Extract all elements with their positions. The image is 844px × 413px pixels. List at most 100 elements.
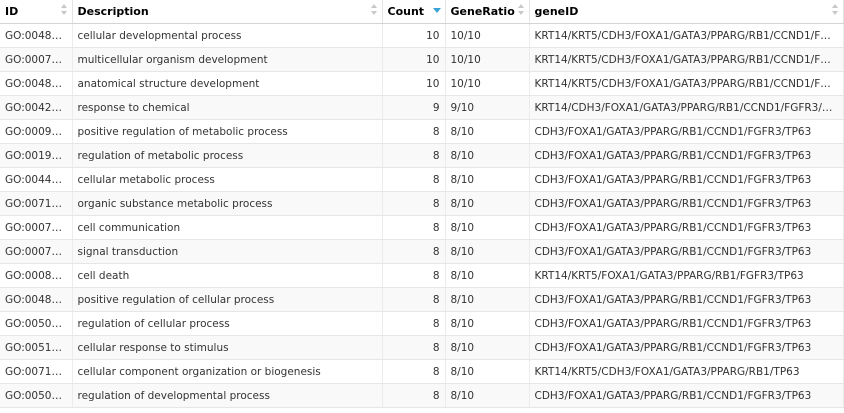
cell-description: cell death: [72, 263, 383, 288]
cell-id: GO:0042221: [0, 95, 73, 120]
cell-id: GO:0051716: [0, 335, 73, 360]
cell-gene-id: KRT14/CDH3/FOXA1/GATA3/PPARG/RB1/CCND1/F…: [529, 95, 844, 120]
column-header-label: GeneRatio: [450, 5, 515, 18]
cell-gene-id: CDH3/FOXA1/GATA3/PPARG/RB1/CCND1/FGFR3/T…: [529, 119, 844, 144]
cell-count: 9: [382, 95, 446, 120]
cell-count: 8: [382, 143, 446, 168]
cell-gene-id: KRT14/KRT5/CDH3/FOXA1/GATA3/PPARG/RB1/CC…: [529, 71, 844, 96]
cell-id: GO:0044237: [0, 167, 73, 192]
cell-gene-id: CDH3/FOXA1/GATA3/PPARG/RB1/CCND1/FGFR3/T…: [529, 191, 844, 216]
cell-description: cellular metabolic process: [72, 167, 383, 192]
cell-count: 8: [382, 383, 446, 408]
column-header-gene-ratio[interactable]: GeneRatio: [445, 0, 530, 24]
header-row: ID Description Count GeneRatio geneID: [0, 0, 844, 24]
column-header-count[interactable]: Count: [382, 0, 446, 24]
cell-id: GO:0048856: [0, 71, 73, 96]
sort-icon[interactable]: [831, 3, 839, 17]
cell-id: GO:0007154: [0, 215, 73, 240]
cell-description: cellular component organization or bioge…: [72, 359, 383, 384]
cell-count: 8: [382, 287, 446, 312]
cell-gene-id: CDH3/FOXA1/GATA3/PPARG/RB1/CCND1/FGFR3/T…: [529, 143, 844, 168]
column-header-id[interactable]: ID: [0, 0, 73, 24]
column-header-label: ID: [5, 5, 19, 18]
table-row[interactable]: GO:0007275 multicellular organism develop…: [0, 47, 844, 72]
cell-gene-ratio: 8/10: [445, 263, 530, 288]
cell-gene-id: CDH3/FOXA1/GATA3/PPARG/RB1/CCND1/FGFR3/T…: [529, 167, 844, 192]
cell-description: positive regulation of metabolic process: [72, 119, 383, 144]
cell-gene-id: CDH3/FOXA1/GATA3/PPARG/RB1/CCND1/FGFR3/T…: [529, 335, 844, 360]
cell-gene-ratio: 8/10: [445, 143, 530, 168]
table-row[interactable]: GO:0050793 regulation of developmental pr…: [0, 383, 844, 408]
column-header-description[interactable]: Description: [72, 0, 383, 24]
cell-gene-id: CDH3/FOXA1/GATA3/PPARG/RB1/CCND1/FGFR3/T…: [529, 215, 844, 240]
cell-description: cellular developmental process: [72, 23, 383, 48]
table-row[interactable]: GO:0071840 cellular component organizatio…: [0, 359, 844, 384]
cell-id: GO:0008219: [0, 263, 73, 288]
cell-gene-ratio: 8/10: [445, 311, 530, 336]
cell-description: anatomical structure development: [72, 71, 383, 96]
cell-count: 8: [382, 359, 446, 384]
column-header-gene-id[interactable]: geneID: [529, 0, 844, 24]
sort-icon[interactable]: [370, 3, 378, 17]
cell-count: 8: [382, 263, 446, 288]
data-table: ID Description Count GeneRatio geneID GO…: [0, 0, 844, 408]
cell-gene-ratio: 8/10: [445, 167, 530, 192]
cell-id: GO:0050793: [0, 383, 73, 408]
cell-gene-ratio: 9/10: [445, 95, 530, 120]
table-row[interactable]: GO:0007154 cell communication 8 8/10 CDH3/FO…: [0, 215, 844, 240]
cell-gene-ratio: 10/10: [445, 71, 530, 96]
column-header-label: Count: [387, 5, 425, 18]
cell-gene-ratio: 8/10: [445, 287, 530, 312]
table-row[interactable]: GO:0008219 cell death 8 8/10 KRT14/KRT5/FOXA…: [0, 263, 844, 288]
cell-count: 10: [382, 71, 446, 96]
table-row[interactable]: GO:0019222 regulation of metabolic proces…: [0, 143, 844, 168]
cell-id: GO:0071704: [0, 191, 73, 216]
cell-count: 10: [382, 23, 446, 48]
cell-gene-ratio: 10/10: [445, 23, 530, 48]
table-row[interactable]: GO:0071704 organic substance metabolic pr…: [0, 191, 844, 216]
cell-count: 8: [382, 335, 446, 360]
cell-gene-id: CDH3/FOXA1/GATA3/PPARG/RB1/CCND1/FGFR3/T…: [529, 311, 844, 336]
cell-id: GO:0048869: [0, 23, 73, 48]
cell-count: 8: [382, 239, 446, 264]
table-row[interactable]: GO:0042221 response to chemical 9 9/10 KRT14…: [0, 95, 844, 120]
table-row[interactable]: GO:0009893 positive regulation of metabol…: [0, 119, 844, 144]
cell-count: 10: [382, 47, 446, 72]
cell-id: GO:0007165: [0, 239, 73, 264]
cell-description: cell communication: [72, 215, 383, 240]
cell-gene-id: CDH3/FOXA1/GATA3/PPARG/RB1/CCND1/FGFR3/T…: [529, 239, 844, 264]
table-row[interactable]: GO:0051716 cellular response to stimulus 8…: [0, 335, 844, 360]
cell-gene-ratio: 8/10: [445, 119, 530, 144]
cell-count: 8: [382, 191, 446, 216]
cell-gene-ratio: 8/10: [445, 215, 530, 240]
cell-gene-id: KRT14/KRT5/CDH3/FOXA1/GATA3/PPARG/RB1/TP…: [529, 359, 844, 384]
sort-descending-icon[interactable]: [432, 3, 441, 17]
cell-gene-ratio: 8/10: [445, 359, 530, 384]
cell-gene-id: CDH3/FOXA1/GATA3/PPARG/RB1/CCND1/FGFR3/T…: [529, 287, 844, 312]
table-row[interactable]: GO:0048869 cellular developmental process…: [0, 23, 844, 48]
table-header: ID Description Count GeneRatio geneID: [0, 0, 844, 24]
cell-description: regulation of metabolic process: [72, 143, 383, 168]
cell-id: GO:0009893: [0, 119, 73, 144]
cell-id: GO:0071840: [0, 359, 73, 384]
cell-gene-ratio: 8/10: [445, 191, 530, 216]
table-row[interactable]: GO:0050794 regulation of cellular process…: [0, 311, 844, 336]
cell-id: GO:0050794: [0, 311, 73, 336]
cell-description: regulation of developmental process: [72, 383, 383, 408]
cell-count: 8: [382, 215, 446, 240]
table-row[interactable]: GO:0048856 anatomical structure developme…: [0, 71, 844, 96]
table-row[interactable]: GO:0007165 signal transduction 8 8/10 CDH3/F…: [0, 239, 844, 264]
cell-count: 8: [382, 119, 446, 144]
sort-icon[interactable]: [60, 3, 68, 17]
cell-gene-id: CDH3/FOXA1/GATA3/PPARG/RB1/CCND1/FGFR3/T…: [529, 383, 844, 408]
cell-description: response to chemical: [72, 95, 383, 120]
cell-gene-id: KRT14/KRT5/CDH3/FOXA1/GATA3/PPARG/RB1/CC…: [529, 47, 844, 72]
sort-icon[interactable]: [517, 3, 525, 17]
table-body: GO:0048869 cellular developmental process…: [0, 23, 844, 408]
table-row[interactable]: GO:0048522 positive regulation of cellula…: [0, 287, 844, 312]
cell-description: positive regulation of cellular process: [72, 287, 383, 312]
cell-gene-ratio: 8/10: [445, 335, 530, 360]
column-header-label: Description: [77, 5, 149, 18]
cell-gene-ratio: 10/10: [445, 47, 530, 72]
table-row[interactable]: GO:0044237 cellular metabolic process 8 8/1…: [0, 167, 844, 192]
